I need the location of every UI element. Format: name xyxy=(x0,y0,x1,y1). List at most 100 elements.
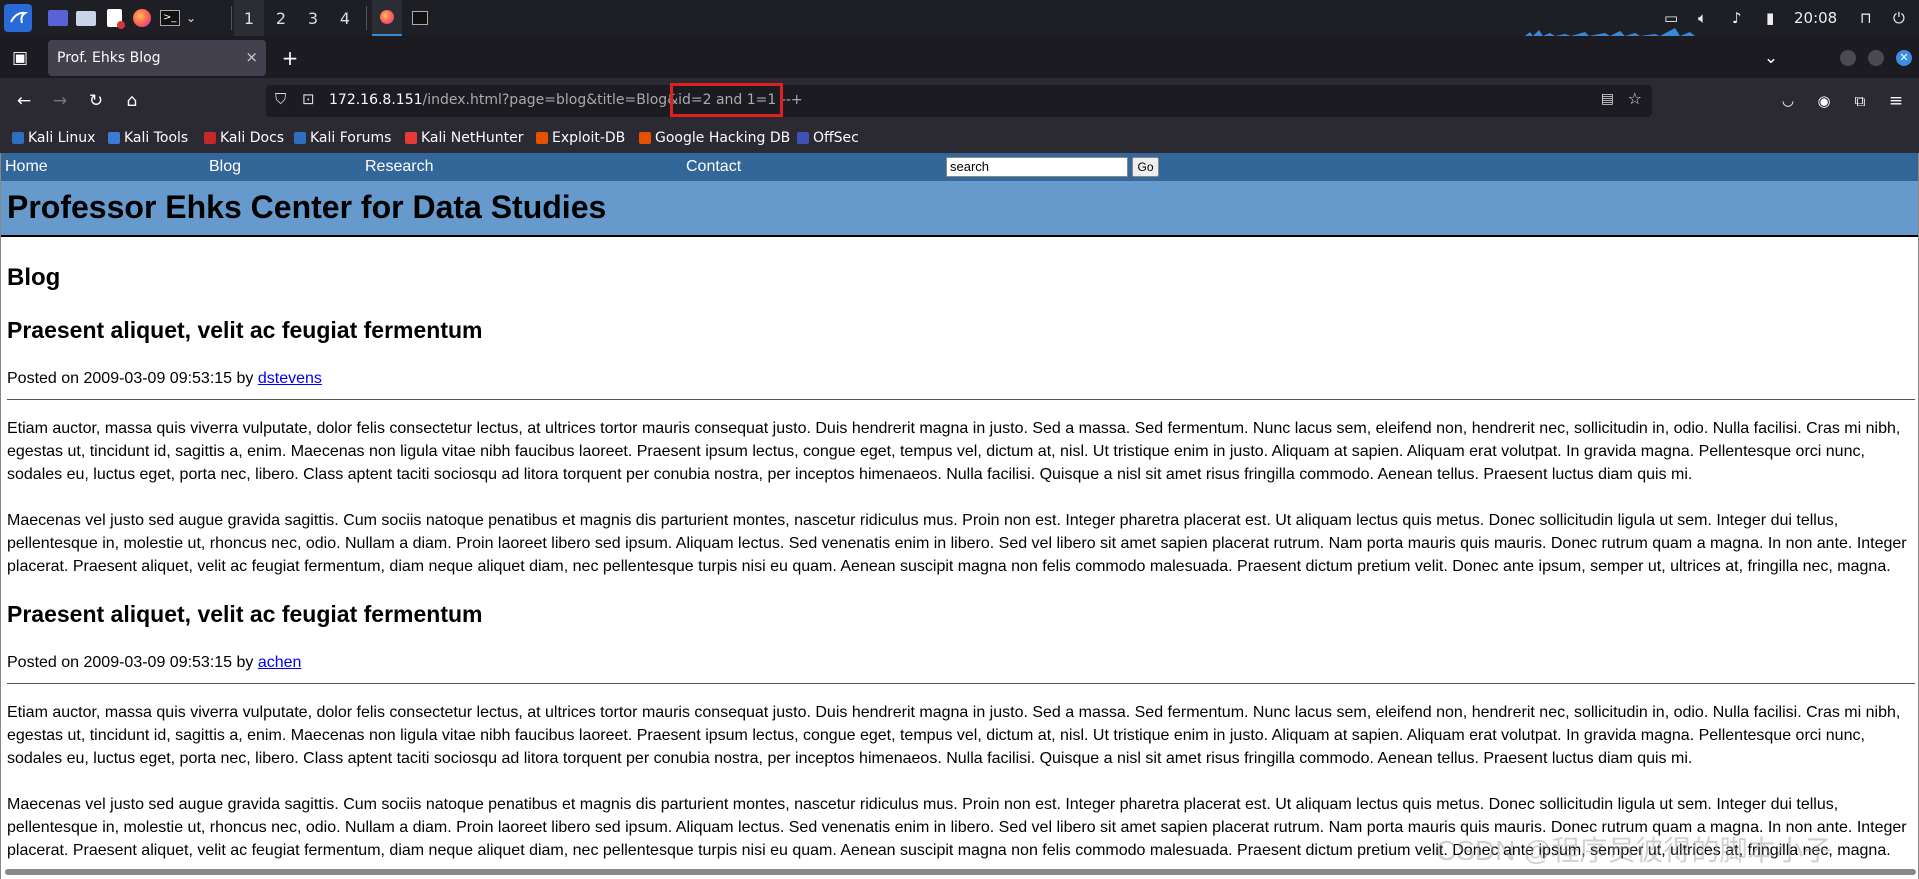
terminal-icon[interactable]: >_ xyxy=(158,4,182,32)
forward-icon[interactable]: → xyxy=(46,87,74,115)
kali-forums-icon xyxy=(294,132,306,144)
bookmark-kali-forums[interactable]: Kali Forums xyxy=(294,130,391,146)
search-input[interactable]: search xyxy=(946,157,1128,177)
bookmark-kali-tools[interactable]: Kali Tools xyxy=(108,130,188,146)
desktop-icon[interactable] xyxy=(46,4,70,32)
extensions-icon[interactable]: ⧉ xyxy=(1846,87,1874,115)
nav-research[interactable]: Research xyxy=(365,158,433,176)
url-path: /index.html?page=blog&title=Blog&id xyxy=(422,92,691,108)
reload-icon[interactable]: ↻ xyxy=(82,87,110,115)
power-icon[interactable]: ⏻ xyxy=(1893,0,1905,36)
divider xyxy=(7,683,1915,684)
chevron-down-icon[interactable]: ⌄ xyxy=(1757,44,1785,72)
battery-icon[interactable]: ▮ xyxy=(1766,0,1774,36)
nav-home[interactable]: Home xyxy=(5,158,48,176)
close-tab-icon[interactable]: × xyxy=(245,48,258,66)
bookmark-exploit-db[interactable]: Exploit-DB xyxy=(536,130,625,146)
close-window-button[interactable]: ✕ xyxy=(1896,50,1912,66)
url-bar[interactable]: ⛉ ⊡ 172.16.8.151/index.html?page=blog&ti… xyxy=(266,85,1652,117)
browser-tab[interactable]: Prof. Ehks Blog × xyxy=(48,40,266,76)
chevron-down-icon[interactable]: ⌄ xyxy=(184,4,198,32)
kali-nethunter-icon xyxy=(405,132,417,144)
pocket-icon[interactable]: ◡ xyxy=(1774,87,1802,115)
bookmarks-bar: Kali Linux Kali Tools Kali Docs Kali For… xyxy=(0,124,1919,154)
kali-docs-icon xyxy=(204,132,216,144)
bookmark-offsec[interactable]: OffSec xyxy=(797,130,859,146)
bookmark-label: Exploit-DB xyxy=(552,130,626,146)
tab-overview-icon[interactable]: ▣ xyxy=(6,44,34,72)
back-icon[interactable]: ← xyxy=(10,87,38,115)
bookmark-label: Kali Linux xyxy=(28,130,96,146)
workspace-3[interactable]: 3 xyxy=(298,0,328,36)
divider xyxy=(366,6,367,30)
post-title: Praesent aliquet, velit ac feugiat ferme… xyxy=(7,317,483,343)
kali-tools-icon xyxy=(108,132,120,144)
post-title: Praesent aliquet, velit ac feugiat ferme… xyxy=(7,601,483,627)
bell-icon[interactable]: ♪ xyxy=(1732,0,1742,36)
minimize-button[interactable] xyxy=(1840,50,1856,66)
nav-contact[interactable]: Contact xyxy=(686,158,741,176)
terminal-icon xyxy=(412,11,428,25)
author-link[interactable]: dstevens xyxy=(258,370,322,387)
menu-icon[interactable]: ≡ xyxy=(1882,87,1910,115)
bookmark-kali-nethunter[interactable]: Kali NetHunter xyxy=(405,130,523,146)
volume-icon[interactable]: 🔈︎ xyxy=(1698,0,1707,36)
author-link[interactable]: achen xyxy=(258,654,302,671)
google-hacking-db-icon xyxy=(639,132,651,144)
kali-menu-icon[interactable] xyxy=(4,4,32,32)
post-paragraph: Etiam auctor, massa quis viverra vulputa… xyxy=(7,420,1901,483)
taskbar-terminal-window[interactable] xyxy=(408,4,432,32)
bookmark-label: Google Hacking DB xyxy=(655,130,791,146)
lock-icon[interactable]: ⊓ xyxy=(1860,0,1872,36)
new-tab-button[interactable]: + xyxy=(276,44,304,72)
workspace-2[interactable]: 2 xyxy=(266,0,296,36)
network-graph xyxy=(1525,28,1715,36)
site-banner: Professor Ehks Center for Data Studies xyxy=(1,181,1918,237)
kali-linux-icon xyxy=(12,132,24,144)
posted-on: Posted on 2009-03-09 09:53:15 by xyxy=(7,654,258,671)
taskbar-firefox-window[interactable] xyxy=(372,0,402,36)
reader-view-icon[interactable]: ▤ xyxy=(1601,91,1614,107)
divider xyxy=(231,6,232,30)
taskbar: >_ ⌄ 1 2 3 4 ▭ 🔈︎ ♪ ▮ 20:08 ⊓ ⏻ xyxy=(0,0,1919,38)
text-editor-icon[interactable] xyxy=(102,4,126,32)
post-meta: Posted on 2009-03-09 09:53:15 by achen xyxy=(7,654,301,672)
url-host: 172.16.8.151 xyxy=(329,92,423,108)
nav-blog[interactable]: Blog xyxy=(209,158,241,176)
file-manager-icon[interactable] xyxy=(74,4,98,32)
offsec-icon xyxy=(797,132,809,144)
lock-insecure-icon[interactable]: ⊡ xyxy=(302,90,315,108)
account-icon[interactable]: ◉ xyxy=(1810,87,1838,115)
bookmark-label: OffSec xyxy=(813,130,859,146)
shield-icon[interactable]: ⛉ xyxy=(275,90,286,108)
divider xyxy=(7,399,1915,400)
horizontal-scrollbar[interactable] xyxy=(5,869,1916,875)
home-icon[interactable]: ⌂ xyxy=(118,87,146,115)
go-button[interactable]: Go xyxy=(1132,157,1159,177)
bookmark-label: Kali NetHunter xyxy=(421,130,524,146)
bookmark-label: Kali Docs xyxy=(220,130,285,146)
display-icon[interactable]: ▭ xyxy=(1664,0,1678,36)
bookmark-star-icon[interactable]: ☆ xyxy=(1628,89,1642,108)
watermark: CSDN @程序员彼得的脚本小子 xyxy=(1436,835,1832,866)
firefox-icon[interactable] xyxy=(130,4,154,32)
tab-title: Prof. Ehks Blog xyxy=(57,50,161,66)
bookmark-google-hacking-db[interactable]: Google Hacking DB xyxy=(639,130,790,146)
bookmark-kali-linux[interactable]: Kali Linux xyxy=(12,130,95,146)
posted-on: Posted on 2009-03-09 09:53:15 by xyxy=(7,370,258,387)
workspace-4[interactable]: 4 xyxy=(330,0,360,36)
post-meta: Posted on 2009-03-09 09:53:15 by dsteven… xyxy=(7,370,322,388)
bookmark-label: Kali Tools xyxy=(124,130,189,146)
site-nav: Home Blog Research Contact search Go xyxy=(1,153,1918,181)
site-title: Professor Ehks Center for Data Studies xyxy=(7,189,607,225)
clock[interactable]: 20:08 xyxy=(1794,0,1837,36)
maximize-button[interactable] xyxy=(1868,50,1884,66)
exploit-db-icon xyxy=(536,132,548,144)
firefox-icon xyxy=(380,10,394,24)
post-paragraph: Maecenas vel justo sed augue gravida sag… xyxy=(7,512,1907,575)
web-page: Home Blog Research Contact search Go Pro… xyxy=(0,153,1919,879)
highlight-box xyxy=(670,83,783,117)
workspace-1[interactable]: 1 xyxy=(234,0,264,38)
bookmark-kali-docs[interactable]: Kali Docs xyxy=(204,130,284,146)
bookmark-label: Kali Forums xyxy=(310,130,392,146)
